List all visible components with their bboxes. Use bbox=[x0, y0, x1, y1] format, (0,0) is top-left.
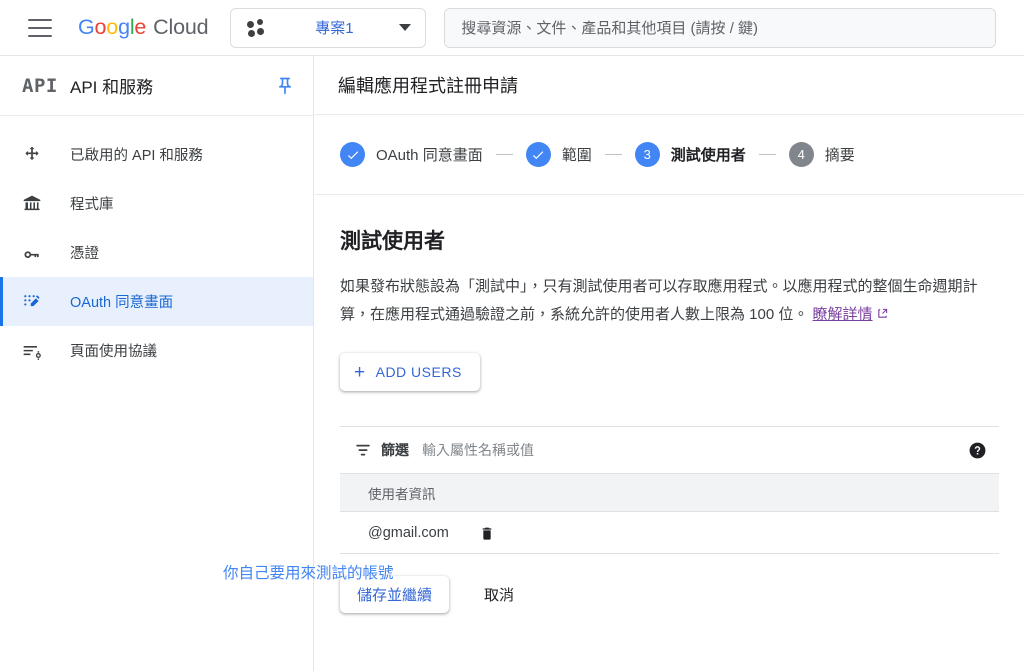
step-separator bbox=[758, 153, 776, 156]
step-label: 測試使用者 bbox=[670, 147, 746, 164]
api-logo: API bbox=[22, 74, 58, 97]
learn-more-link[interactable]: 瞭解詳情 bbox=[813, 306, 873, 323]
step-separator bbox=[495, 153, 513, 156]
step-scopes[interactable]: 範圍 bbox=[525, 142, 592, 167]
logo-letter-e: e bbox=[134, 15, 147, 39]
page-title: 編輯應用程式註冊申請 bbox=[315, 56, 1024, 115]
page-usage-agreement-icon bbox=[22, 341, 66, 361]
step-label: OAuth 同意畫面 bbox=[376, 147, 483, 164]
sidebar-item-label: OAuth 同意畫面 bbox=[70, 295, 174, 311]
sidebar-item-enabled-apis[interactable]: 已啟用的 API 和服務 bbox=[0, 130, 313, 179]
project-dots-icon bbox=[247, 18, 269, 37]
step-oauth-consent[interactable]: OAuth 同意畫面 bbox=[340, 142, 483, 167]
key-icon bbox=[22, 243, 66, 263]
enabled-apis-icon bbox=[22, 145, 66, 165]
step-badge-done bbox=[525, 142, 551, 167]
sidebar: API API 和服務 已啟用的 API 和服務 程式庫 憑證 OAuth 同意… bbox=[0, 56, 314, 671]
sidebar-item-library[interactable]: 程式庫 bbox=[0, 179, 313, 228]
step-test-users[interactable]: 3 測試使用者 bbox=[634, 142, 746, 167]
sidebar-item-label: 程式庫 bbox=[70, 197, 114, 213]
step-badge-number: 4 bbox=[788, 142, 814, 167]
step-separator bbox=[604, 153, 622, 156]
filter-input[interactable]: 輸入屬性名稱或值 bbox=[422, 440, 968, 460]
add-users-label: ADD USERS bbox=[375, 364, 462, 380]
sidebar-nav: 已啟用的 API 和服務 程式庫 憑證 OAuth 同意畫面 頁面使用協議 bbox=[0, 116, 313, 375]
step-label: 摘要 bbox=[824, 147, 855, 164]
table-row: @gmail.com bbox=[340, 512, 999, 554]
sidebar-header: API API 和服務 bbox=[0, 56, 313, 116]
chevron-down-icon bbox=[399, 24, 412, 31]
sidebar-item-credentials[interactable]: 憑證 bbox=[0, 228, 313, 277]
library-icon bbox=[22, 194, 66, 214]
app-root: Go o g l e Cloud 專案1 搜尋資源、文件、產品和其他項目 (請按 / 鍵)… bbox=[0, 0, 1024, 671]
search-placeholder: 搜尋資源、文件、產品和其他項目 (請按 / 鍵) bbox=[461, 20, 759, 37]
search-input[interactable]: 搜尋資源、文件、產品和其他項目 (請按 / 鍵) bbox=[444, 7, 997, 48]
project-name: 專案1 bbox=[315, 20, 354, 37]
filter-label: 篩選 bbox=[381, 442, 409, 458]
test-users-table: 篩選 輸入屬性名稱或值 使用者資訊 @gmail.com bbox=[340, 426, 999, 554]
help-circle-icon[interactable] bbox=[968, 441, 987, 460]
step-badge-number: 3 bbox=[634, 142, 660, 167]
table-header-row: 使用者資訊 bbox=[340, 474, 999, 512]
top-bar: Go o g l e Cloud 專案1 搜尋資源、文件、產品和其他項目 (請按 / 鍵) bbox=[0, 0, 1024, 56]
plus-icon: + bbox=[354, 361, 366, 383]
external-link-icon bbox=[877, 301, 888, 318]
user-email: @gmail.com bbox=[368, 524, 449, 541]
step-badge-done bbox=[340, 142, 365, 167]
oauth-consent-icon bbox=[22, 292, 66, 312]
wizard-stepper: OAuth 同意畫面 範圍 3 測試使用者 4 摘要 bbox=[315, 115, 1024, 195]
logo-letter-o1: o bbox=[94, 15, 107, 39]
section-title: 測試使用者 bbox=[340, 230, 445, 253]
sidebar-item-page-usage-agreement[interactable]: 頁面使用協議 bbox=[0, 326, 313, 375]
sidebar-item-label: 頁面使用協議 bbox=[70, 344, 157, 360]
section-description: 如果發布狀態設為「測試中」，只有測試使用者可以存取應用程式。以應用程式的整個生命… bbox=[340, 273, 998, 329]
form-actions: 儲存並繼續 取消 bbox=[315, 576, 1024, 613]
filter-bar: 篩選 輸入屬性名稱或值 bbox=[340, 427, 999, 474]
logo-letter-g2: g bbox=[118, 15, 130, 39]
content-body: 測試使用者 如果發布狀態設為「測試中」，只有測試使用者可以存取應用程式。以應用程… bbox=[315, 195, 1024, 554]
logo-word-cloud: Cloud bbox=[153, 15, 209, 39]
sidebar-item-label: 憑證 bbox=[70, 246, 99, 262]
sidebar-title: API 和服務 bbox=[70, 78, 154, 97]
main-content: 編輯應用程式註冊申請 OAuth 同意畫面 範圍 3 測試使用者 4 摘要 測試… bbox=[315, 56, 1024, 671]
google-cloud-logo: Go o g l e Cloud bbox=[78, 15, 209, 40]
project-selector[interactable]: 專案1 bbox=[230, 7, 427, 48]
add-users-button[interactable]: + ADD USERS bbox=[340, 353, 480, 391]
logo-letter-o2: o bbox=[106, 15, 119, 39]
filter-icon[interactable] bbox=[354, 441, 372, 459]
logo-letter-g1: G bbox=[78, 15, 95, 39]
sidebar-item-oauth-consent[interactable]: OAuth 同意畫面 bbox=[0, 277, 313, 326]
step-summary[interactable]: 4 摘要 bbox=[788, 142, 855, 167]
pin-icon[interactable] bbox=[275, 76, 295, 96]
sidebar-item-label: 已啟用的 API 和服務 bbox=[70, 148, 203, 164]
hamburger-menu-icon[interactable] bbox=[28, 18, 52, 37]
trash-icon[interactable] bbox=[479, 524, 495, 542]
column-header-user-info: 使用者資訊 bbox=[368, 486, 436, 502]
save-and-continue-button[interactable]: 儲存並繼續 bbox=[340, 576, 450, 613]
step-label: 範圍 bbox=[561, 147, 592, 164]
cancel-button[interactable]: 取消 bbox=[476, 576, 522, 613]
